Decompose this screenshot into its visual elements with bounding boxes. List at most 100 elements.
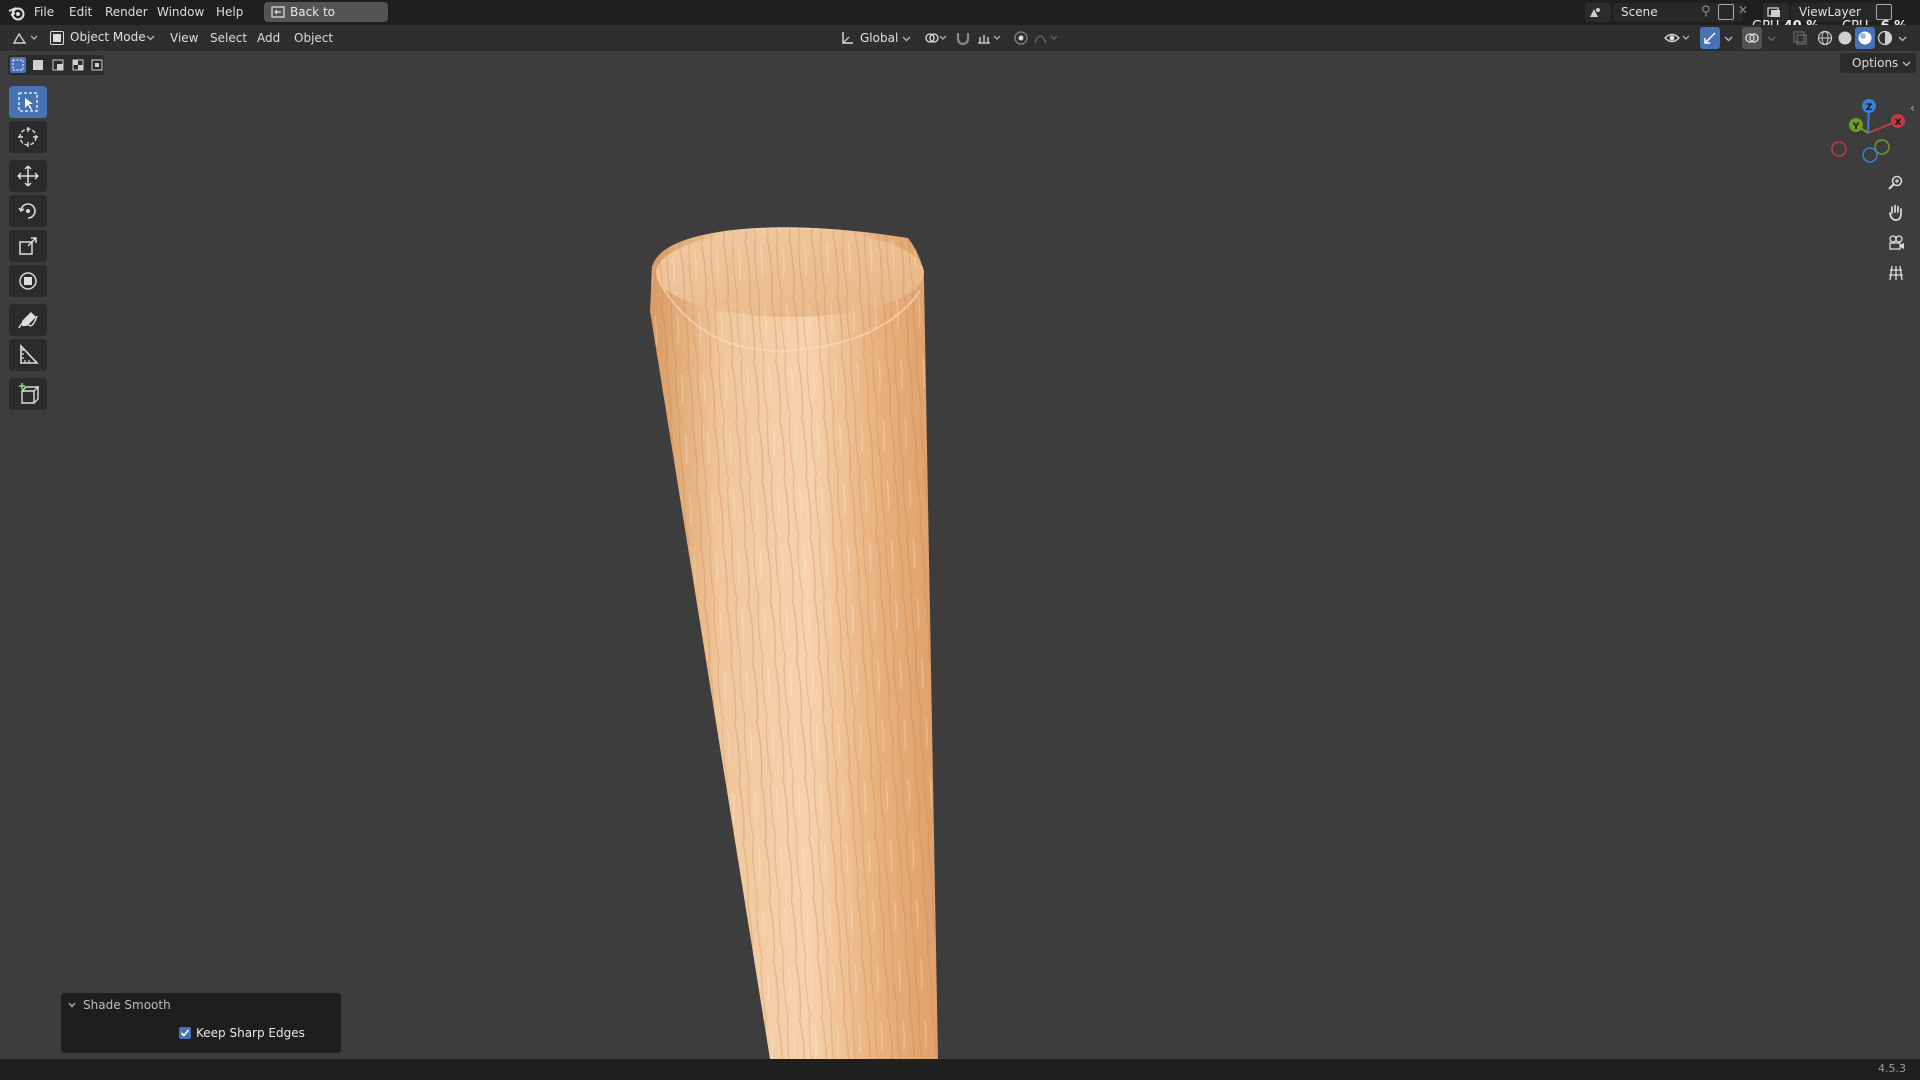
pivot-icon <box>925 33 947 43</box>
pivot-point-dropdown[interactable] <box>922 28 950 48</box>
tool-cursor[interactable] <box>9 121 47 153</box>
overlays-toggle[interactable] <box>1742 27 1762 49</box>
gizmo-toggle[interactable] <box>1700 27 1720 49</box>
view-layer-icon <box>1767 7 1780 17</box>
snap-toggle[interactable] <box>955 28 971 48</box>
menu-window[interactable]: Window <box>157 0 204 25</box>
orientation-icon <box>842 32 853 44</box>
chevron-down-icon <box>1724 36 1733 42</box>
panel-collapse-chevron-icon[interactable] <box>67 999 77 1013</box>
blender-logo-icon[interactable] <box>8 4 26 24</box>
magnet-icon <box>956 33 970 45</box>
wireframe-sphere-icon <box>1817 30 1833 46</box>
new-scene-icon[interactable] <box>1718 4 1734 20</box>
operator-title: Shade Smooth <box>83 998 171 1012</box>
delete-scene-icon[interactable]: ✕ <box>1738 3 1748 17</box>
3d-viewport[interactable]: Options X Y Z ‹ <box>0 51 1920 1059</box>
select-mode-group <box>8 55 104 75</box>
perspective-toggle-button[interactable] <box>1882 259 1910 287</box>
options-dropdown[interactable]: Options <box>1840 53 1916 73</box>
select-extend-button[interactable] <box>30 57 46 73</box>
wooden-bat-mesh[interactable] <box>0 51 1920 1059</box>
gizmo-y-label: Y <box>1852 122 1860 132</box>
falloff-curve-icon <box>1034 35 1058 44</box>
select-intersect-button[interactable] <box>90 57 104 73</box>
scene-icon <box>1590 8 1600 17</box>
last-operator-panel: Shade Smooth Keep Sharp Edges <box>61 993 341 1053</box>
shading-material-button[interactable] <box>1855 27 1875 49</box>
tool-scale[interactable] <box>9 230 47 262</box>
scene-type-dropdown[interactable] <box>1585 3 1611 22</box>
header-menu-view[interactable]: View <box>170 27 198 49</box>
chevron-down-icon <box>146 31 155 45</box>
tool-select-box[interactable] <box>9 86 47 118</box>
menu-file[interactable]: File <box>34 0 54 25</box>
view-layer-name: ViewLayer <box>1799 5 1861 19</box>
visibility-dropdown[interactable] <box>1664 28 1692 48</box>
eye-icon <box>1664 33 1690 43</box>
snap-increment-icon <box>978 35 1001 44</box>
select-new-button[interactable] <box>10 57 26 73</box>
object-mode-dropdown[interactable]: Object Mode <box>46 27 158 49</box>
chevron-down-icon <box>1767 36 1776 42</box>
select-invert-button[interactable] <box>70 57 86 73</box>
new-view-layer-icon[interactable] <box>1876 4 1892 20</box>
overlays-dropdown[interactable] <box>1766 28 1778 48</box>
measure-icon <box>20 343 39 364</box>
sidebar-toggle-icon[interactable]: ‹ <box>1910 101 1915 115</box>
chevron-down-icon <box>1898 36 1907 42</box>
status-bar <box>0 1059 1920 1080</box>
tool-measure[interactable] <box>9 339 47 371</box>
shading-dropdown[interactable] <box>1897 28 1909 48</box>
shading-wireframe-button[interactable] <box>1815 28 1835 48</box>
proportional-falloff-dropdown[interactable] <box>1034 28 1062 48</box>
camera-view-button[interactable] <box>1882 229 1910 257</box>
header-menu-select[interactable]: Select <box>210 27 247 49</box>
gizmo-x-label: X <box>1895 118 1902 128</box>
shading-solid-button[interactable] <box>1835 28 1855 48</box>
header-menu-object[interactable]: Object <box>294 27 333 49</box>
chevron-down-icon <box>902 32 911 46</box>
keep-sharp-edges-checkbox[interactable] <box>179 1027 191 1039</box>
zoom-icon <box>1888 175 1903 190</box>
editor-type-dropdown[interactable] <box>8 28 42 48</box>
menu-render[interactable]: Render <box>105 0 148 25</box>
snap-target-dropdown[interactable] <box>974 28 1006 48</box>
move-icon <box>17 165 39 187</box>
pin-icon[interactable]: ⚲ <box>1701 4 1711 19</box>
xray-toggle[interactable] <box>1792 30 1808 46</box>
shading-rendered-button[interactable] <box>1875 28 1895 48</box>
back-icon <box>271 6 285 18</box>
proportional-editing-toggle[interactable] <box>1013 28 1029 48</box>
pan-button[interactable] <box>1882 199 1910 227</box>
transform-orientation-dropdown[interactable]: Global <box>838 28 914 48</box>
3d-viewport-icon <box>12 32 38 44</box>
tool-move[interactable] <box>9 160 47 192</box>
object-mode-icon <box>50 31 64 45</box>
xray-icon <box>1793 31 1807 45</box>
select-invert-icon <box>72 59 84 71</box>
header-menu-add[interactable]: Add <box>257 27 280 49</box>
navigation-gizmo[interactable]: X Y Z <box>1820 91 1910 171</box>
options-label: Options <box>1852 56 1899 70</box>
tool-transform[interactable] <box>9 265 47 297</box>
scene-name: Scene <box>1621 5 1658 19</box>
transform-icon <box>19 272 37 290</box>
top-menu-bar: File Edit Render Window Help Back to Pre… <box>0 0 1920 39</box>
select-extend-icon <box>33 60 43 70</box>
orientation-label: Global <box>860 31 899 45</box>
object-mode-label: Object Mode <box>70 30 146 44</box>
select-subtract-button[interactable] <box>50 57 66 73</box>
menu-edit[interactable]: Edit <box>69 0 92 25</box>
overlays-icon <box>1745 33 1759 43</box>
tool-annotate[interactable] <box>9 304 47 336</box>
back-to-previous-button[interactable]: Back to Previous <box>264 2 388 39</box>
checkmark-icon <box>180 1029 190 1037</box>
zoom-button[interactable] <box>1882 169 1910 197</box>
tool-rotate[interactable] <box>9 195 47 227</box>
gizmo-dropdown[interactable] <box>1722 28 1736 48</box>
select-subtract-icon <box>52 59 64 71</box>
hand-icon <box>1889 204 1902 221</box>
tool-add-cube[interactable] <box>9 378 47 410</box>
menu-help[interactable]: Help <box>216 0 243 25</box>
